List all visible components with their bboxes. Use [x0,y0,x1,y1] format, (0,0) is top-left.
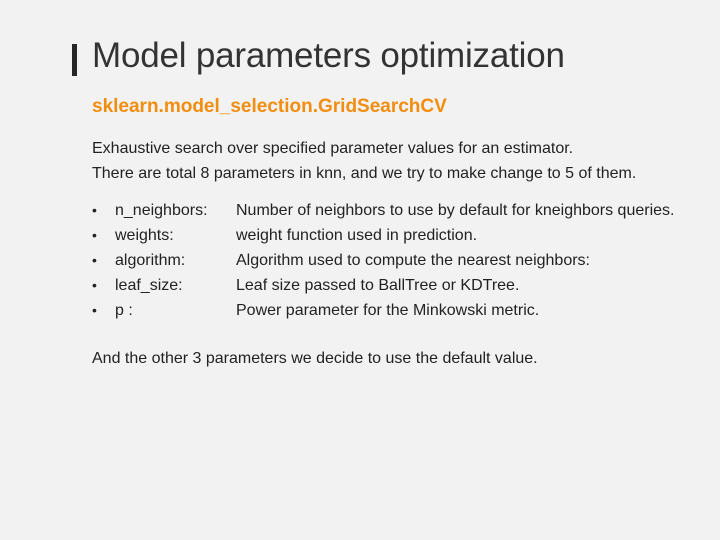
title-marker-bar [72,44,77,76]
description: Exhaustive search over specified paramet… [92,136,636,186]
parameter-list: • n_neighbors: Number of neighbors to us… [92,202,674,327]
bullet-icon: • [92,202,97,218]
parameter-name: n_neighbors: [115,202,208,219]
parameter-name: leaf_size: [115,277,183,294]
list-item: • leaf_size: Leaf size passed to BallTre… [92,277,674,302]
list-item: • algorithm: Algorithm used to compute t… [92,252,674,277]
footer-note: And the other 3 parameters we decide to … [92,350,538,367]
list-item: • n_neighbors: Number of neighbors to us… [92,202,674,227]
list-item: • weights: weight function used in predi… [92,227,674,252]
slide-title: Model parameters optimization [92,36,565,75]
parameter-description: Number of neighbors to use by default fo… [236,202,675,219]
parameter-description: Leaf size passed to BallTree or KDTree. [236,277,520,294]
slide-subtitle: sklearn.model_selection.GridSearchCV [92,96,447,117]
description-line: Exhaustive search over specified paramet… [92,140,574,157]
parameter-description: Algorithm used to compute the nearest ne… [236,252,590,269]
bullet-icon: • [92,302,97,318]
bullet-icon: • [92,252,97,268]
parameter-description: Power parameter for the Minkowski metric… [236,302,540,319]
description-line: There are total 8 parameters in knn, and… [92,165,637,182]
bullet-icon: • [92,277,97,293]
list-item: • p : Power parameter for the Minkowski … [92,302,674,327]
bullet-icon: • [92,227,97,243]
parameter-description: weight function used in prediction. [236,227,478,244]
parameter-name: algorithm: [115,252,186,269]
parameter-name: p : [115,302,133,319]
slide: Model parameters optimization sklearn.mo… [0,0,720,540]
parameter-name: weights: [115,227,174,244]
